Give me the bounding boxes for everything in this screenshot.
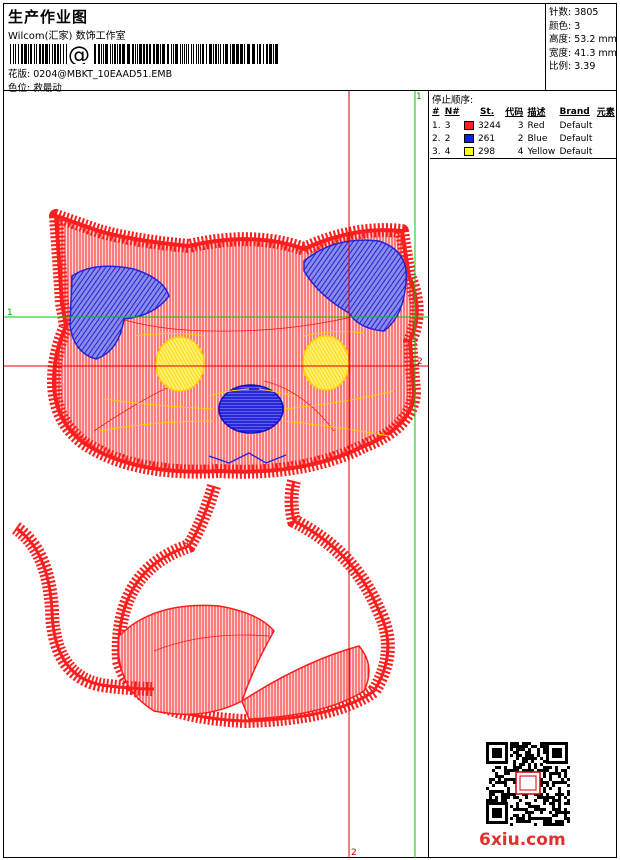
color-swatch	[463, 120, 474, 130]
stat-height: 高度: 53.2 mm	[549, 34, 617, 45]
row-code: 4	[517, 146, 524, 157]
row-description: Blue	[527, 133, 548, 144]
row-index: 2.	[432, 133, 441, 144]
stop-sequence-panel: 停止顺序: # N# St. 代码 描述 Brand 元素 1. 3 3244 3 Re…	[430, 91, 617, 159]
header: 生产作业图 Wilcom(汇家) 数饰工作室 @ 花版: 0204@MBKT_10…	[8, 6, 548, 94]
row-needle: 2	[444, 133, 451, 144]
qr-code	[486, 742, 570, 826]
row-description: Red	[527, 120, 545, 131]
company-name: Wilcom(汇家) 数饰工作室	[8, 31, 126, 42]
col-code: 代码	[505, 108, 524, 118]
stat-stitches: 针数: 3805	[549, 7, 599, 18]
row-code: 3	[517, 120, 524, 131]
table-header-row: # N# St. 代码 描述 Brand 元素	[430, 104, 617, 119]
row-stitches: 261	[462, 132, 503, 145]
header-divider-vertical	[545, 4, 546, 90]
row-needle: 4	[444, 146, 451, 157]
guide-label-h2: 2	[417, 357, 423, 367]
row-needle: 3	[444, 120, 451, 131]
table-row: 1. 3 3244 3 Red Default	[430, 119, 617, 132]
stitch-count: 261	[477, 133, 496, 144]
col-description: 描述	[527, 108, 546, 118]
sheet-title: 生产作业图	[8, 8, 89, 26]
guide-label-v1: 1	[416, 92, 422, 102]
col-index: #	[432, 106, 440, 117]
guide-label-v2: 2	[351, 848, 357, 858]
stitch-count: 3244	[477, 120, 501, 131]
row-index: 1.	[432, 120, 441, 131]
design-label: 花版:	[8, 69, 31, 80]
row-code: 2	[517, 133, 524, 144]
design-file-name: 0204@MBKT_10EAAD51.EMB	[33, 69, 173, 80]
stat-scale: 比例: 3.39	[549, 61, 596, 72]
stat-colors: 颜色: 3	[549, 20, 581, 32]
row-element	[595, 145, 617, 158]
row-index: 3.	[432, 146, 441, 157]
embroidery-preview: 1 2 1 2	[4, 91, 429, 858]
cat-body	[111, 479, 395, 729]
production-sheet: 生产作业图 Wilcom(汇家) 数饰工作室 @ 花版: 0204@MBKT_10…	[3, 3, 617, 858]
watermark: 6xiu.com	[479, 830, 566, 850]
row-brand: Default	[559, 120, 593, 131]
col-brand: Brand	[559, 106, 590, 117]
stats-panel: 针数: 3805 颜色: 3 高度: 53.2 mm 宽度: 41.3 mm 比…	[549, 6, 617, 74]
stat-width: 宽度: 41.3 mm	[549, 47, 617, 59]
stitch-count: 298	[477, 146, 496, 157]
row-stitches: 298	[462, 145, 503, 158]
col-stitches: St.	[479, 106, 495, 117]
color-swatch	[463, 146, 474, 156]
left-eye	[155, 336, 205, 392]
color-swatch	[463, 133, 474, 143]
col-needle: N#	[444, 106, 460, 117]
row-element	[595, 132, 617, 145]
guide-label-h1: 1	[7, 308, 13, 318]
row-description: Yellow	[527, 146, 556, 157]
nose	[218, 384, 284, 434]
barcode: @	[10, 44, 278, 64]
table-row: 2. 2 261 2 Blue Default	[430, 132, 617, 145]
col-element: 元素	[596, 108, 615, 118]
barcode-symbol: @	[68, 44, 90, 64]
row-brand: Default	[559, 133, 593, 144]
stop-sequence-table: # N# St. 代码 描述 Brand 元素 1. 3 3244 3 Red Defau…	[430, 104, 617, 158]
row-element	[595, 119, 617, 132]
row-brand: Default	[559, 146, 593, 157]
table-row: 3. 4 298 4 Yellow Default	[430, 145, 617, 158]
design-file-line: 花版: 0204@MBKT_10EAAD51.EMB	[8, 66, 172, 80]
right-eye	[302, 335, 350, 391]
row-stitches: 3244	[462, 119, 503, 132]
design-canvas: 1 2 1 2	[4, 91, 429, 858]
